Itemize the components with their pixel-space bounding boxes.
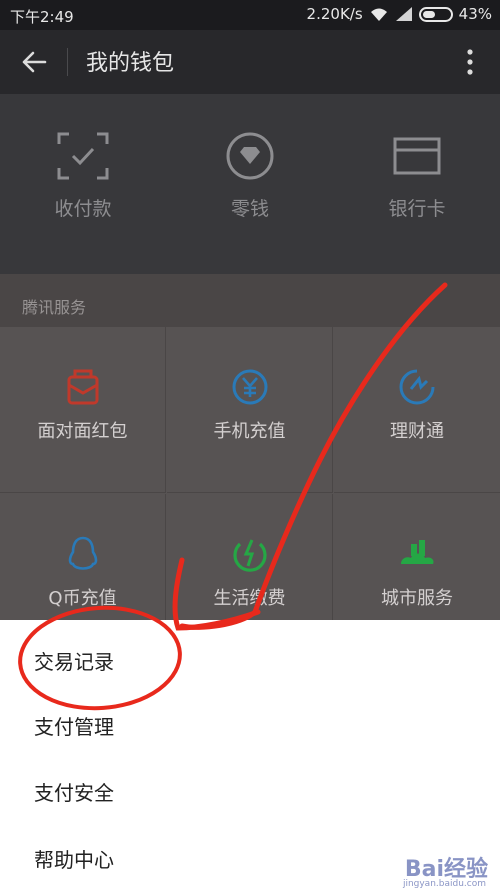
wifi-icon — [370, 8, 387, 21]
service-label: 手机充值 — [213, 421, 286, 442]
red-packet-icon — [67, 369, 98, 405]
scan-qr-icon — [57, 132, 109, 180]
menu-payment-security[interactable]: 支付安全 — [34, 777, 114, 806]
battery-icon — [418, 6, 453, 22]
signal-icon — [395, 7, 412, 21]
service-label: 面对面红包 — [37, 421, 128, 442]
qq-penguin-icon — [68, 536, 97, 570]
back-arrow-icon[interactable] — [18, 46, 50, 78]
action-bank-card[interactable]: 银行卡 — [334, 130, 500, 221]
action-receive-pay[interactable]: 收付款 — [0, 130, 166, 221]
status-bar: 下午2:49 2.20K/s 43% — [0, 0, 500, 30]
action-change[interactable]: 零钱 — [167, 130, 333, 221]
city-service-icon — [401, 540, 434, 564]
menu-payment-management[interactable]: 支付管理 — [34, 711, 114, 740]
menu-transaction-records[interactable]: 交易记录 — [34, 646, 114, 675]
action-label: 收付款 — [54, 198, 112, 220]
service-red-packet[interactable]: 面对面红包 — [0, 327, 166, 493]
service-label: Q币充值 — [48, 588, 117, 609]
page-title: 我的钱包 — [86, 51, 175, 76]
service-licaitong[interactable]: 理财通 — [334, 327, 500, 493]
service-mobile-topup[interactable]: 手机充值 — [167, 327, 333, 493]
status-time: 下午2:49 — [10, 8, 74, 26]
action-label: 银行卡 — [388, 198, 446, 220]
status-indicators: 2.20K/s 43% — [307, 5, 492, 23]
service-label: 理财通 — [390, 421, 444, 442]
more-vertical-icon[interactable] — [458, 44, 482, 80]
services-grid: 面对面红包 手机充值 理财通 Q币充值 生活缴费 城市服务 — [0, 327, 500, 660]
service-label: 城市服务 — [381, 588, 453, 609]
menu-help-center[interactable]: 帮助中心 — [34, 844, 114, 873]
service-label: 生活缴费 — [213, 588, 286, 609]
network-speed: 2.20K/s — [306, 5, 363, 23]
wallet-menu-sheet: 交易记录 支付管理 支付安全 帮助中心 — [0, 620, 500, 889]
licaitong-icon — [399, 369, 435, 405]
title-bar: 我的钱包 — [0, 30, 500, 94]
tencent-services: 腾讯服务 面对面红包 手机充值 理财通 Q币充值 生活缴费 城市服务 — [0, 274, 500, 660]
change-wallet-icon — [226, 132, 274, 180]
yuan-coin-icon — [232, 369, 267, 405]
wallet-top-actions: 收付款 零钱 银行卡 — [0, 94, 500, 332]
bank-card-icon — [393, 137, 441, 175]
battery-percent: 43% — [458, 5, 492, 23]
section-title: 腾讯服务 — [22, 298, 87, 317]
title-divider — [67, 48, 68, 76]
action-label: 零钱 — [230, 198, 269, 220]
life-payment-icon — [232, 539, 267, 572]
watermark-url: jingyan.baidu.com — [402, 879, 486, 889]
